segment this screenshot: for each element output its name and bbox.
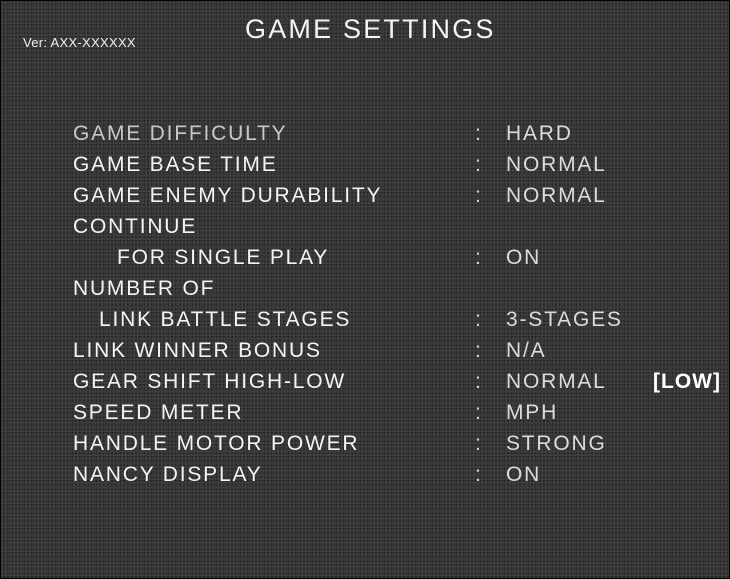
setting-group-label: CONTINUE xyxy=(73,215,198,238)
setting-value: ON xyxy=(506,246,542,269)
settings-screen: Ver: AXX-XXXXXX GAME SETTINGS GAME DIFFI… xyxy=(0,0,730,579)
setting-game-base-time[interactable]: GAME BASE TIME : NORMAL xyxy=(1,149,730,180)
setting-colon: : xyxy=(475,401,483,424)
setting-label: GAME BASE TIME xyxy=(73,153,278,176)
setting-value: HARD xyxy=(506,122,573,145)
setting-game-enemy-durability[interactable]: GAME ENEMY DURABILITY : NORMAL xyxy=(1,180,730,211)
setting-colon: : xyxy=(475,339,483,362)
page-title: GAME SETTINGS xyxy=(245,14,496,44)
setting-label: GEAR SHIFT HIGH-LOW xyxy=(73,370,346,393)
setting-value: NORMAL xyxy=(506,184,607,207)
setting-group-label: NUMBER OF xyxy=(73,277,216,300)
setting-gear-shift-high-low[interactable]: GEAR SHIFT HIGH-LOW : NORMAL [LOW] xyxy=(1,366,730,397)
setting-value: NORMAL xyxy=(506,153,607,176)
setting-value: 3-STAGES xyxy=(506,308,623,331)
setting-label: NANCY DISPLAY xyxy=(73,463,263,486)
setting-label: LINK BATTLE STAGES xyxy=(99,308,352,331)
version-label: Ver: AXX-XXXXXX xyxy=(23,35,136,50)
setting-colon: : xyxy=(475,184,483,207)
setting-label: FOR SINGLE PLAY xyxy=(117,246,330,269)
setting-label: GAME DIFFICULTY xyxy=(73,122,288,145)
setting-value: ON xyxy=(506,463,542,486)
setting-colon: : xyxy=(475,432,483,455)
setting-handle-motor-power[interactable]: HANDLE MOTOR POWER : STRONG xyxy=(1,428,730,459)
setting-colon: : xyxy=(475,308,483,331)
setting-speed-meter[interactable]: SPEED METER : MPH xyxy=(1,397,730,428)
setting-colon: : xyxy=(475,122,483,145)
setting-game-difficulty[interactable]: GAME DIFFICULTY : HARD xyxy=(1,118,730,149)
setting-link-battle-stages[interactable]: LINK BATTLE STAGES : 3-STAGES xyxy=(1,304,730,335)
setting-label: SPEED METER xyxy=(73,401,244,424)
setting-label: LINK WINNER BONUS xyxy=(73,339,322,362)
setting-for-single-play[interactable]: FOR SINGLE PLAY : ON xyxy=(1,242,730,273)
setting-number-of-heading: NUMBER OF xyxy=(1,273,730,304)
setting-value: N/A xyxy=(506,339,547,362)
setting-colon: : xyxy=(475,463,483,486)
setting-colon: : xyxy=(475,370,483,393)
setting-value: STRONG xyxy=(506,432,607,455)
setting-current-gear: [LOW] xyxy=(653,370,721,393)
setting-label: GAME ENEMY DURABILITY xyxy=(73,184,383,207)
settings-list: GAME DIFFICULTY : HARD GAME BASE TIME : … xyxy=(1,118,730,490)
setting-colon: : xyxy=(475,246,483,269)
setting-value: MPH xyxy=(506,401,559,424)
setting-link-winner-bonus[interactable]: LINK WINNER BONUS : N/A xyxy=(1,335,730,366)
setting-continue-heading: CONTINUE xyxy=(1,211,730,242)
setting-label: HANDLE MOTOR POWER xyxy=(73,432,360,455)
setting-nancy-display[interactable]: NANCY DISPLAY : ON xyxy=(1,459,730,490)
setting-value: NORMAL xyxy=(506,370,607,393)
setting-colon: : xyxy=(475,153,483,176)
